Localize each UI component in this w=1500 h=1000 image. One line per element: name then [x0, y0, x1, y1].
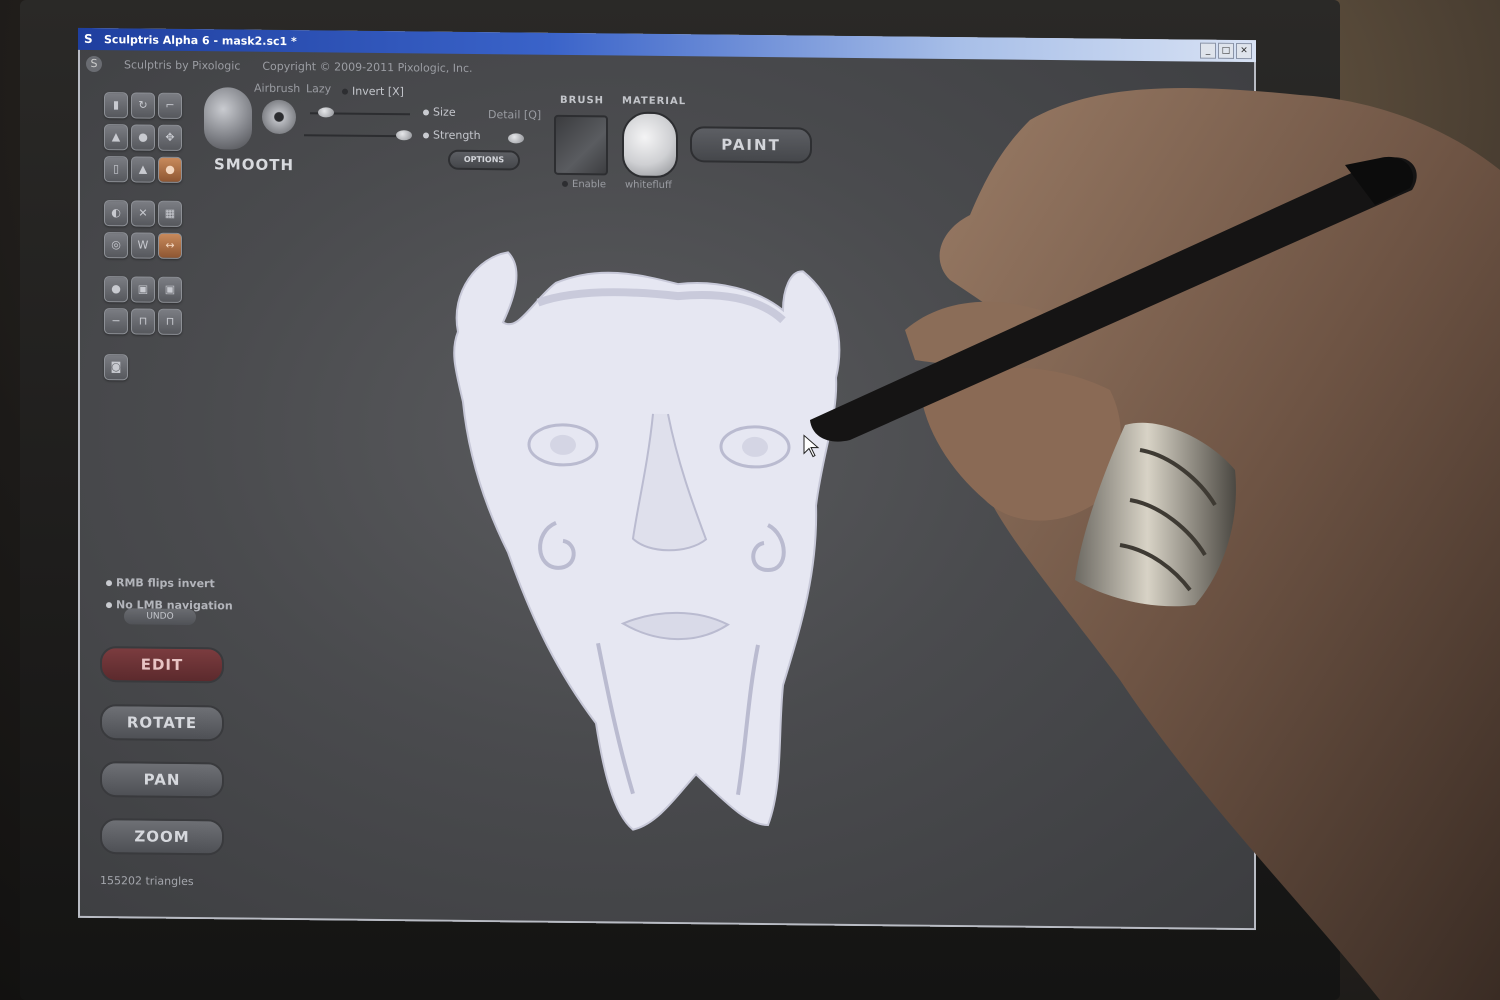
- rmb-hint-label: RMB flips invert: [116, 576, 215, 591]
- undo-button[interactable]: UNDO: [124, 608, 196, 626]
- zoom-button[interactable]: ZOOM: [100, 818, 224, 856]
- sculptris-window: S Sculptris Alpha 6 - mask2.sc1 * _ □ ✕ …: [78, 27, 1256, 931]
- triangle-count: 155202 triangles: [100, 874, 194, 889]
- lmb-dot-icon: [106, 602, 112, 609]
- rmb-dot-icon: [106, 580, 112, 587]
- edit-button[interactable]: EDIT: [100, 646, 224, 684]
- pan-button[interactable]: PAN: [100, 761, 224, 799]
- rotate-button[interactable]: ROTATE: [100, 704, 224, 742]
- sculpted-mask-model: [453, 251, 841, 831]
- viewport[interactable]: [78, 28, 1256, 930]
- rmb-hint: RMB flips invert: [106, 576, 215, 590]
